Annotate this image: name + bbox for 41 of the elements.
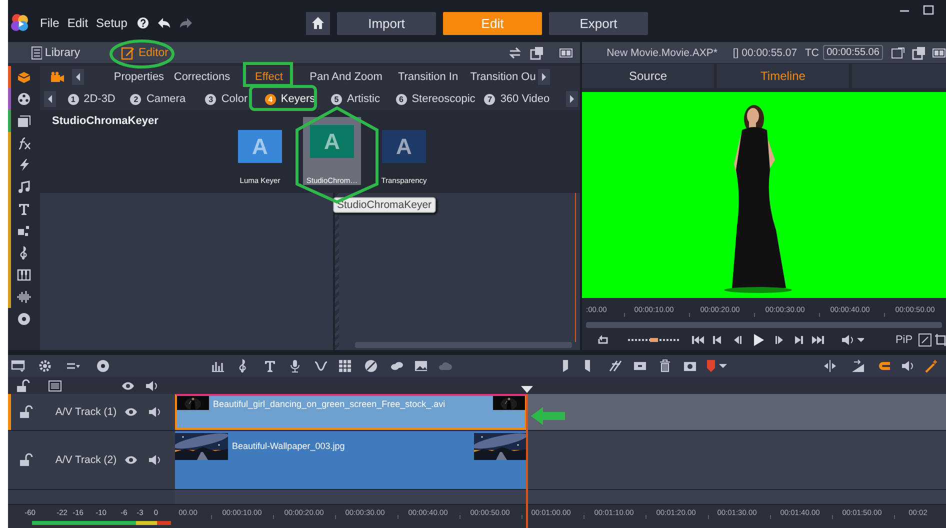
track-header[interactable]: A/V Track (2) — [8, 431, 175, 489]
duration: [] 00:00:55.07 — [732, 46, 798, 58]
timecode-field[interactable]: 00:00:55.06 — [822, 45, 884, 60]
effect-thumbnail: A — [310, 125, 354, 158]
category-tab[interactable]: 2 Camera — [130, 93, 186, 105]
image-clip[interactable]: Beautiful-Wallpaper_003.jpg — [175, 431, 527, 489]
category-tab[interactable]: 3 Color — [205, 93, 248, 105]
tooltip: StudioChromaKeyer — [333, 197, 436, 213]
library-tab[interactable]: Library — [30, 43, 80, 62]
effect-title: StudioChromaKeyer — [52, 115, 158, 127]
step-number: 6 — [396, 94, 407, 104]
project-name: New Movie.Movie.AXP* — [606, 46, 718, 58]
step-number: 5 — [331, 94, 342, 104]
effect-thumbnail: A — [238, 130, 282, 163]
category-tab[interactable]: 5 Artistic — [331, 93, 380, 105]
view-tab[interactable]: Timeline — [717, 64, 849, 88]
category-tab[interactable]: 7 360 Video — [484, 93, 550, 105]
category-tab[interactable]: 6 Stereoscopic — [396, 93, 476, 105]
pip-button[interactable]: PiP — [895, 334, 913, 346]
view-tab[interactable]: Source — [582, 64, 714, 88]
track-name: A/V Track (1) — [55, 406, 117, 418]
editor-tab[interactable]: Corrections — [174, 67, 230, 87]
timecode-label: TC — [805, 46, 819, 58]
category-tab[interactable]: 1 2D-3D — [68, 93, 116, 105]
effect-thumbnail: A — [382, 130, 426, 163]
menu-item[interactable]: Setup — [96, 16, 128, 30]
step-number: 3 — [205, 94, 216, 104]
track-header[interactable]: A/V Track (1) — [8, 394, 175, 430]
track-name: A/V Track (2) — [55, 454, 117, 466]
step-number: 1 — [68, 94, 79, 104]
editor-tab[interactable]: Transition In — [398, 67, 458, 87]
mode-tab[interactable]: Export — [549, 12, 648, 34]
menu-item[interactable]: Edit — [67, 16, 88, 30]
step-number: 4 — [264, 94, 276, 104]
mode-tab[interactable]: Import — [337, 12, 436, 34]
step-number: 2 — [130, 94, 142, 104]
step-number: 7 — [484, 94, 496, 104]
editor-tab[interactable]: Pan And Zoom — [310, 67, 382, 87]
editor-tab[interactable]: Properties — [114, 67, 164, 87]
menu-item[interactable]: File — [40, 16, 60, 30]
editor-tab[interactable]: Transition Ou — [470, 67, 536, 87]
